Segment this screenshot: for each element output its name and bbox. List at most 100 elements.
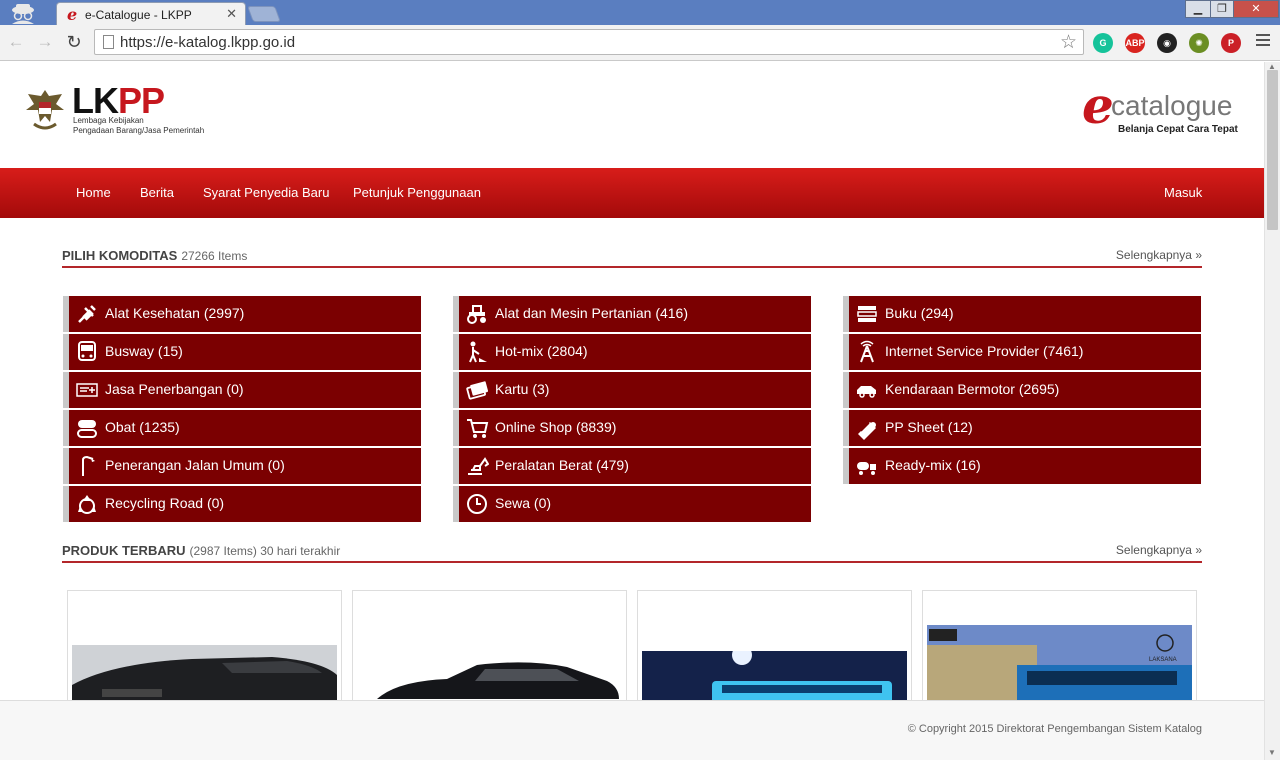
product-image-suv	[72, 645, 337, 705]
scroll-down-arrow-icon[interactable]: ▼	[1268, 748, 1276, 757]
logo-text-a: LK	[72, 80, 119, 121]
komoditas-item-label: Alat dan Mesin Pertanian (416)	[495, 305, 688, 321]
komoditas-item[interactable]: Penerangan Jalan Umum (0)	[63, 448, 421, 484]
komoditas-item-label: Internet Service Provider (7461)	[885, 343, 1084, 359]
car-icon	[857, 386, 876, 398]
nav-petunjuk[interactable]: Petunjuk Penggunaan	[353, 185, 481, 200]
komoditas-item[interactable]: Obat (1235)	[63, 410, 421, 446]
books-icon	[857, 306, 877, 322]
product-image-blue-bus	[642, 651, 907, 705]
komoditas-item-label: Buku (294)	[885, 305, 954, 321]
nav-login[interactable]: Masuk	[1164, 185, 1202, 200]
komoditas-item[interactable]: Online Shop (8839)	[453, 410, 811, 446]
ecatalogue-tagline: Belanja Cepat Cara Tepat	[1118, 124, 1238, 135]
browser-tabstrip: e e-Catalogue - LKPP ✕ ▁ ❐ ✕	[0, 0, 1280, 26]
product-image-laksana-bus: LAKSANA	[927, 625, 1192, 705]
komoditas-title: PILIH KOMODITAS 27266 Items	[62, 248, 247, 263]
produk-more-link[interactable]: Selengkapnya »	[1116, 543, 1202, 557]
site-header: LKPP Lembaga Kebijakan Pengadaan Barang/…	[0, 62, 1264, 168]
address-bar[interactable]: https://e-katalog.lkpp.go.id ☆	[94, 29, 1084, 55]
komoditas-item-label: PP Sheet (12)	[885, 419, 973, 435]
komoditas-item[interactable]: Buku (294)	[843, 296, 1201, 332]
bus-icon	[78, 341, 96, 361]
produk-title-text: PRODUK TERBARU	[62, 543, 186, 558]
page-icon	[103, 35, 114, 49]
komoditas-more-link[interactable]: Selengkapnya »	[1116, 248, 1202, 262]
komoditas-item-label: Recycling Road (0)	[105, 495, 225, 511]
komoditas-item-label: Kendaraan Bermotor (2695)	[885, 381, 1060, 397]
nav-syarat-penyedia[interactable]: Syarat Penyedia Baru	[203, 185, 329, 200]
copyright-text: © Copyright 2015 Direktorat Pengembangan…	[907, 723, 1202, 735]
forward-arrow-icon[interactable]: →	[35, 32, 55, 52]
produk-section-header: PRODUK TERBARU (2987 Items) 30 hari terak…	[62, 543, 1202, 563]
komoditas-item[interactable]: Hot-mix (2804)	[453, 334, 811, 370]
bug-extension-icon[interactable]: ✺	[1189, 33, 1209, 53]
owl-icon[interactable]: ◉	[1157, 33, 1177, 53]
komoditas-item[interactable]: Alat Kesehatan (2997)	[63, 296, 421, 332]
browser-menu-icon[interactable]	[1256, 34, 1270, 49]
road-worker-icon	[469, 341, 487, 363]
komoditas-item-label: Ready-mix (16)	[885, 457, 981, 473]
logo-text-b: PP	[118, 80, 165, 121]
komoditas-item[interactable]: Sewa (0)	[453, 486, 811, 522]
clock-icon	[467, 494, 487, 514]
browser-tab-active[interactable]: e e-Catalogue - LKPP ✕	[56, 2, 246, 26]
browser-toolbar: ← → ↻ https://e-katalog.lkpp.go.id ☆ G AB…	[0, 25, 1280, 61]
web-page: LKPP Lembaga Kebijakan Pengadaan Barang/…	[0, 62, 1264, 760]
grammarly-icon[interactable]: G	[1093, 33, 1113, 53]
komoditas-item[interactable]: Kendaraan Bermotor (2695)	[843, 372, 1201, 408]
product-image-sedan	[357, 659, 622, 705]
new-tab-button[interactable]	[247, 6, 281, 22]
scrollbar-thumb[interactable]	[1267, 70, 1278, 230]
komoditas-item[interactable]: Kartu (3)	[453, 372, 811, 408]
komoditas-item-label: Jasa Penerbangan (0)	[105, 381, 244, 397]
window-minimize-button[interactable]: ▁	[1185, 0, 1211, 18]
produk-title: PRODUK TERBARU (2987 Items) 30 hari terak…	[62, 543, 340, 558]
komoditas-item-label: Busway (15)	[105, 343, 183, 359]
adblock-plus-icon[interactable]: ABP	[1125, 33, 1145, 53]
logo-subtitle-line-1: Lembaga Kebijakan	[73, 116, 144, 125]
lkpp-logo-subtitle: Lembaga Kebijakan Pengadaan Barang/Jasa …	[73, 116, 204, 136]
window-maximize-button[interactable]: ❐	[1210, 0, 1234, 18]
window-close-button[interactable]: ✕	[1233, 0, 1279, 18]
komoditas-item[interactable]: Ready-mix (16)	[843, 448, 1201, 484]
nav-berita[interactable]: Berita	[140, 185, 174, 200]
recycle-icon	[78, 495, 96, 514]
reload-icon[interactable]: ↻	[64, 32, 84, 52]
komoditas-item[interactable]: Internet Service Provider (7461)	[843, 334, 1201, 370]
mixer-truck-icon	[857, 462, 876, 475]
komoditas-item[interactable]: Alat dan Mesin Pertanian (416)	[453, 296, 811, 332]
incognito-spy-icon	[12, 4, 34, 24]
komoditas-item-label: Alat Kesehatan (2997)	[105, 305, 245, 321]
ecatalogue-favicon-icon: e	[67, 5, 78, 24]
komoditas-item[interactable]: Jasa Penerbangan (0)	[63, 372, 421, 408]
komoditas-item-label: Penerangan Jalan Umum (0)	[105, 457, 285, 473]
garuda-emblem-icon	[26, 90, 64, 130]
komoditas-item[interactable]: PP Sheet (12)	[843, 410, 1201, 446]
komoditas-item-label: Kartu (3)	[495, 381, 550, 397]
komoditas-item[interactable]: Recycling Road (0)	[63, 486, 421, 522]
bookmark-star-icon[interactable]: ☆	[1060, 31, 1077, 54]
komoditas-item-label: Online Shop (8839)	[495, 419, 617, 435]
komoditas-item[interactable]: Busway (15)	[63, 334, 421, 370]
shopping-cart-icon	[467, 419, 489, 438]
back-arrow-icon[interactable]: ←	[6, 32, 26, 52]
komoditas-item[interactable]: Peralatan Berat (479)	[453, 448, 811, 484]
excavator-icon	[468, 457, 489, 475]
ecatalogue-logo-word: catalogue	[1111, 90, 1233, 121]
cards-icon	[466, 381, 489, 400]
ecatalogue-logo-e: e	[1082, 76, 1114, 135]
komoditas-item-label: Obat (1235)	[105, 419, 180, 435]
address-url[interactable]: https://e-katalog.lkpp.go.id	[120, 34, 295, 51]
nav-home[interactable]: Home	[76, 185, 111, 200]
komoditas-item-label: Sewa (0)	[495, 495, 552, 511]
site-footer: © Copyright 2015 Direktorat Pengembangan…	[0, 700, 1264, 760]
page-scrollbar[interactable]: ▲ ▼	[1264, 62, 1280, 760]
tab-close-icon[interactable]: ✕	[226, 6, 237, 22]
komoditas-section-header: PILIH KOMODITAS 27266 Items Selengkapnya …	[62, 248, 1202, 268]
komoditas-count: 27266 Items	[181, 249, 248, 263]
sheet-roll-icon	[858, 422, 876, 440]
logo-subtitle-line-2: Pengadaan Barang/Jasa Pemerintah	[73, 126, 205, 135]
tractor-icon	[467, 305, 486, 324]
pinterest-icon[interactable]: P	[1221, 33, 1241, 53]
